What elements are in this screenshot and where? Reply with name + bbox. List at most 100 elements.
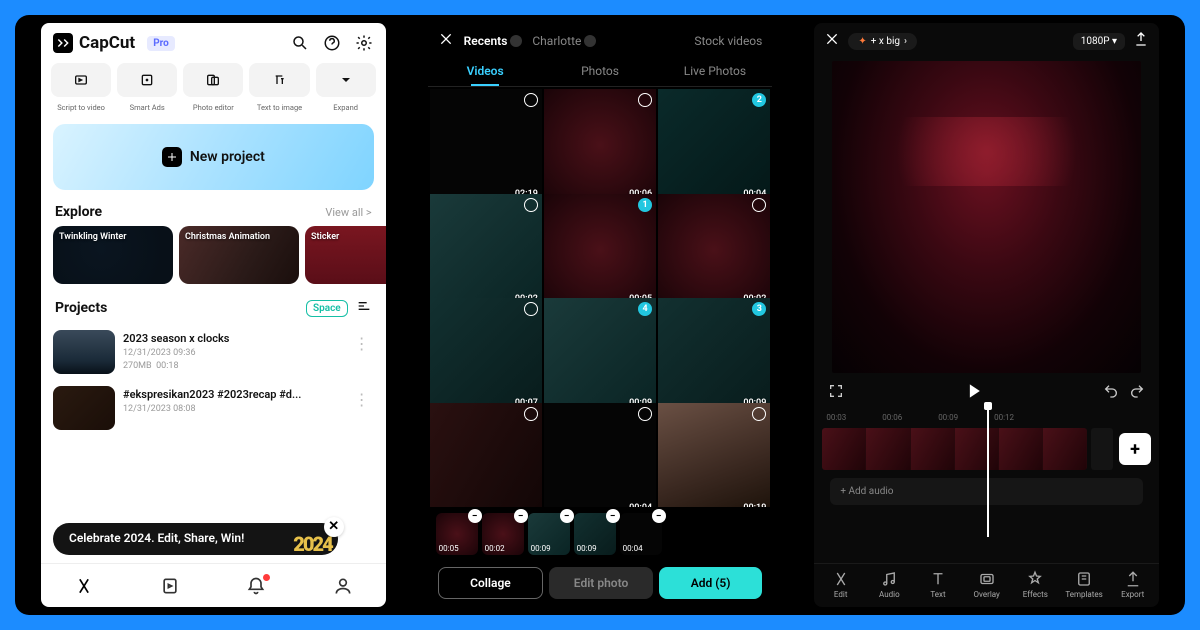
nav-me[interactable] <box>300 564 386 607</box>
selection-indicator[interactable] <box>752 198 766 212</box>
source-second[interactable]: Charlotte <box>532 34 596 48</box>
source-recents[interactable]: Recents <box>464 34 523 48</box>
selection-tray[interactable]: −00:05−00:02−00:09−00:09−00:04 <box>428 507 773 561</box>
media-cell[interactable]: 02:19 <box>430 89 542 201</box>
editor-tool-text[interactable]: Text <box>914 570 963 599</box>
close-icon[interactable] <box>438 31 454 50</box>
remove-icon[interactable]: − <box>652 509 666 523</box>
project-item[interactable]: 2023 season x clocks 12/31/2023 09:36 27… <box>53 324 374 380</box>
remove-icon[interactable]: − <box>468 509 482 523</box>
remove-icon[interactable]: − <box>560 509 574 523</box>
spark-icon: ✦ <box>858 36 866 47</box>
project-title-pill[interactable]: ✦+ x big› <box>848 33 917 50</box>
video-clip[interactable] <box>822 428 1087 470</box>
project-more-icon[interactable]: ⋮ <box>350 330 374 374</box>
add-clip-button[interactable]: + <box>1119 433 1151 465</box>
explore-row[interactable]: Twinkling Winter Christmas Animation Sti… <box>41 226 386 294</box>
media-cell[interactable]: 400:09 <box>544 298 656 410</box>
home-header: CapCut Pro <box>41 23 386 59</box>
selection-indicator[interactable]: 1 <box>638 198 652 212</box>
explore-card[interactable]: Twinkling Winter <box>53 226 173 284</box>
project-item[interactable]: #ekspresikan2023 #2023recap #d... 12/31/… <box>53 380 374 436</box>
selection-indicator[interactable]: 3 <box>752 302 766 316</box>
media-grid[interactable]: 02:1900:06200:0400:02100:0500:0200:07400… <box>428 87 773 507</box>
add-button[interactable]: Add (5) <box>659 567 763 599</box>
fullscreen-icon[interactable] <box>828 383 844 403</box>
media-cell[interactable]: 00:02 <box>658 194 770 306</box>
tool-smart-ads[interactable] <box>117 63 177 97</box>
play-icon[interactable] <box>964 381 984 405</box>
resolution-pill[interactable]: 1080P ▾ <box>1073 33 1125 50</box>
explore-card[interactable]: Christmas Animation <box>179 226 299 284</box>
chevron-right-icon: › <box>904 36 907 47</box>
remove-icon[interactable]: − <box>606 509 620 523</box>
selection-indicator[interactable] <box>638 407 652 421</box>
selection-indicator[interactable] <box>524 93 538 107</box>
editor-tool-export[interactable]: Export <box>1108 570 1157 599</box>
editor-tool-overlay[interactable]: Overlay <box>962 570 1011 599</box>
selection-indicator[interactable] <box>752 407 766 421</box>
tray-item[interactable]: −00:04 <box>620 513 662 555</box>
editor-toolbar: EditAudioTextOverlayEffectsTemplatesExpo… <box>814 563 1159 607</box>
media-cell[interactable]: 00:04 <box>544 403 656 508</box>
tool-label: Text to image <box>249 103 309 112</box>
selection-indicator[interactable] <box>524 198 538 212</box>
tray-item[interactable]: −00:09 <box>574 513 616 555</box>
tab-photos[interactable]: Photos <box>543 58 658 84</box>
export-icon[interactable] <box>1133 31 1149 51</box>
edit-photo-button[interactable]: Edit photo <box>549 567 653 599</box>
collage-button[interactable]: Collage <box>438 567 544 599</box>
editor-tool-audio[interactable]: Audio <box>865 570 914 599</box>
space-badge[interactable]: Space <box>306 300 348 317</box>
media-cell[interactable]: 00:06 <box>544 89 656 201</box>
settings-icon[interactable] <box>354 33 374 53</box>
search-icon[interactable] <box>290 33 310 53</box>
promo-banner[interactable]: Celebrate 2024. Edit, Share, Win! 2024 ✕ <box>53 523 338 555</box>
tool-script-to-video[interactable] <box>51 63 111 97</box>
tab-videos[interactable]: Videos <box>428 58 543 84</box>
tray-item[interactable]: −00:05 <box>436 513 478 555</box>
tray-item[interactable]: −00:09 <box>528 513 570 555</box>
remove-icon[interactable]: − <box>514 509 528 523</box>
selection-indicator[interactable]: 2 <box>752 93 766 107</box>
media-cell[interactable]: 100:05 <box>544 194 656 306</box>
media-cell[interactable]: 00:19 <box>658 403 770 508</box>
new-project-button[interactable]: New project <box>53 124 374 190</box>
source-stock[interactable]: Stock videos <box>694 34 762 48</box>
media-cell[interactable]: 200:04 <box>658 89 770 201</box>
media-cell[interactable]: 00:07 <box>430 298 542 410</box>
tool-expand[interactable] <box>316 63 376 97</box>
explore-card[interactable]: Sticker <box>305 226 386 284</box>
selection-indicator[interactable] <box>524 407 538 421</box>
nav-templates[interactable] <box>127 564 213 607</box>
undo-icon[interactable] <box>1103 383 1119 403</box>
project-more-icon[interactable]: ⋮ <box>350 386 374 430</box>
selection-indicator[interactable] <box>638 93 652 107</box>
promo-close-icon[interactable]: ✕ <box>324 517 344 537</box>
media-cell[interactable]: 300:09 <box>658 298 770 410</box>
redo-icon[interactable] <box>1129 383 1145 403</box>
tool-label: Smart Ads <box>117 103 177 112</box>
close-icon[interactable] <box>824 31 840 51</box>
nav-inbox[interactable] <box>213 564 299 607</box>
tool-photo-editor[interactable] <box>183 63 243 97</box>
clip-end[interactable] <box>1091 428 1113 470</box>
help-icon[interactable] <box>322 33 342 53</box>
selection-indicator[interactable] <box>524 302 538 316</box>
pro-badge[interactable]: Pro <box>147 36 175 51</box>
editor-tool-edit[interactable]: Edit <box>816 570 865 599</box>
nav-edit[interactable] <box>41 564 127 607</box>
tray-item[interactable]: −00:02 <box>482 513 524 555</box>
tool-text-to-image[interactable] <box>249 63 309 97</box>
media-cell[interactable]: 00:02 <box>430 194 542 306</box>
playhead[interactable] <box>987 406 989 537</box>
video-preview[interactable] <box>832 61 1141 373</box>
editor-tool-templates[interactable]: Templates <box>1060 570 1109 599</box>
tab-live-photos[interactable]: Live Photos <box>657 58 772 84</box>
sort-icon[interactable] <box>356 298 372 318</box>
explore-view-all[interactable]: View all > <box>325 206 371 219</box>
media-cell[interactable] <box>430 403 542 508</box>
selection-indicator[interactable]: 4 <box>638 302 652 316</box>
editor-tool-effects[interactable]: Effects <box>1011 570 1060 599</box>
timeline[interactable]: + + Add audio <box>814 424 1159 509</box>
